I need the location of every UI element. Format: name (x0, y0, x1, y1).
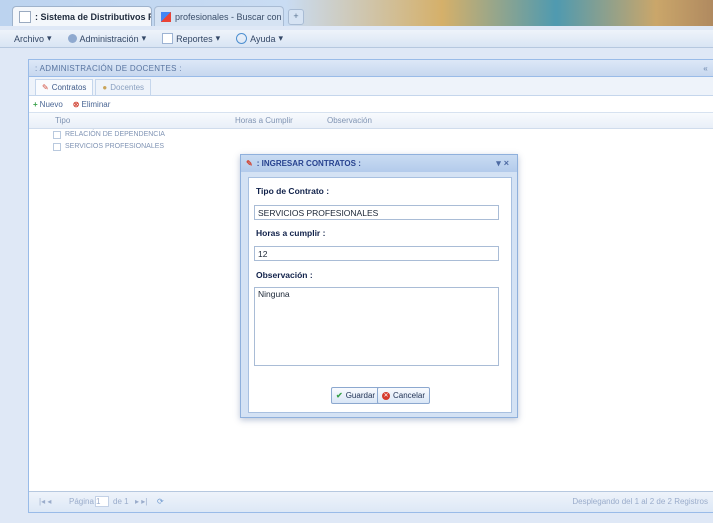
add-icon: + (33, 99, 38, 109)
panel-title: : ADMINISTRACIÓN DE DOCENTES : (35, 63, 182, 73)
tab-label: Docentes (110, 83, 145, 92)
save-button-label: Guardar (345, 391, 376, 400)
column-header-observacion[interactable]: Observación (327, 116, 372, 125)
cancel-icon: ✕ (382, 391, 390, 400)
observacion-label: Observación : (256, 270, 313, 280)
cancel-button[interactable]: ✕ Cancelar (377, 387, 431, 404)
users-icon: ● (102, 83, 108, 92)
first-page-icon[interactable]: |◂ ◂ (39, 497, 51, 506)
menu-reportes[interactable]: Reportes ▾ (162, 33, 220, 44)
dialog-header: ✎ : INGRESAR CONTRATOS : ▾× (241, 155, 517, 172)
panel-subtabs: ✎ Contratos ● Docentes (29, 77, 713, 96)
pagination-bar: |◂ ◂ Página 1 de 1 ▸ ▸| ⟳ Desplegando de… (29, 491, 713, 512)
row-tipo: SERVICIOS PROFESIONALES (65, 143, 165, 150)
browser-tab-google[interactable]: profesionales - Buscar con Google x (154, 6, 284, 26)
new-button[interactable]: + Nuevo (33, 100, 63, 109)
tab-label: profesionales - Buscar con Google (175, 11, 283, 22)
delete-icon: ⊗ (72, 99, 80, 109)
tab-contratos[interactable]: ✎ Contratos (35, 79, 94, 95)
menu-bar: Archivo ▾ Administración ▾ Reportes ▾ Ayuda… (0, 30, 713, 48)
row-tipo: RELACIÓN DE DEPENDENCIA (65, 131, 165, 138)
table-row[interactable]: RELACIÓN DE DEPENDENCIA (29, 129, 713, 141)
chevron-down-icon: ▾ (47, 33, 52, 43)
horas-cumplir-label: Horas a cumplir : (256, 228, 326, 238)
refresh-icon[interactable]: ⟳ (157, 497, 164, 506)
new-tab-button[interactable]: + (288, 9, 304, 25)
browser-tab-bar: : Sistema de Distributivos PUCES... x pr… (0, 0, 713, 26)
menu-archivo[interactable]: Archivo ▾ (14, 33, 52, 44)
dialog-close-icon[interactable]: ▾× (496, 158, 512, 169)
collapse-icon[interactable]: « (703, 64, 708, 73)
grid-header: Tipo Horas a Cumplir Observación (29, 113, 713, 129)
horas-cumplir-field[interactable] (254, 246, 499, 261)
help-icon (236, 33, 248, 44)
chevron-down-icon: ▾ (215, 33, 221, 43)
page-label: Página (69, 497, 94, 506)
menu-ayuda[interactable]: Ayuda ▾ (236, 33, 283, 44)
dialog-title: : INGRESAR CONTRATOS : (256, 159, 361, 168)
page-input[interactable]: 1 (95, 496, 109, 507)
table-row[interactable]: SERVICIOS PROFESIONALES (29, 141, 713, 153)
delete-button-label: Eliminar (81, 99, 111, 109)
page-icon (19, 10, 31, 23)
new-button-label: Nuevo (39, 99, 63, 109)
chevron-down-icon: ▾ (141, 33, 147, 43)
ingresar-contratos-dialog: ✎ : INGRESAR CONTRATOS : ▾× Tipo de Cont… (240, 154, 518, 418)
contract-icon: ✎ (42, 83, 49, 92)
tipo-contrato-label: Tipo de Contrato : (256, 186, 330, 196)
panel-toolbar: + Nuevo ⊗ Eliminar (29, 96, 713, 113)
browser-tab-sistema[interactable]: : Sistema de Distributivos PUCES... x (12, 6, 152, 26)
next-page-icon[interactable]: ▸ ▸| (135, 497, 147, 506)
column-header-horas[interactable]: Horas a Cumplir (235, 116, 293, 125)
menu-label: Reportes (176, 33, 213, 44)
chevron-down-icon: ▾ (278, 33, 284, 43)
row-checkbox[interactable] (53, 131, 61, 139)
gear-icon (67, 34, 77, 43)
contract-icon: ✎ (246, 159, 253, 168)
menu-label: Ayuda (250, 33, 276, 44)
panel-header: : ADMINISTRACIÓN DE DOCENTES : « (29, 60, 713, 77)
column-header-tipo[interactable]: Tipo (55, 116, 70, 125)
menu-administracion[interactable]: Administración ▾ (67, 33, 147, 44)
row-checkbox[interactable] (53, 143, 61, 151)
tab-label: : Sistema de Distributivos PUCES... (35, 11, 151, 22)
report-icon (162, 33, 174, 44)
menu-label: Administración (79, 33, 139, 44)
tab-docentes[interactable]: ● Docentes (95, 79, 152, 95)
delete-button[interactable]: ⊗ Eliminar (73, 100, 111, 109)
tipo-contrato-field[interactable] (254, 205, 499, 220)
dialog-form: Tipo de Contrato : Horas a cumplir : Obs… (248, 177, 512, 413)
tab-label: Contratos (51, 83, 87, 92)
cancel-button-label: Cancelar (393, 391, 426, 400)
menu-label: Archivo (14, 33, 45, 44)
page-count: de 1 (113, 497, 129, 506)
check-icon: ✔ (336, 391, 343, 400)
observacion-field[interactable]: Ninguna (254, 287, 499, 366)
google-icon (161, 11, 171, 22)
paging-summary: Desplegando del 1 al 2 de 2 Registros (572, 497, 708, 506)
save-button[interactable]: ✔ Guardar (331, 387, 381, 404)
